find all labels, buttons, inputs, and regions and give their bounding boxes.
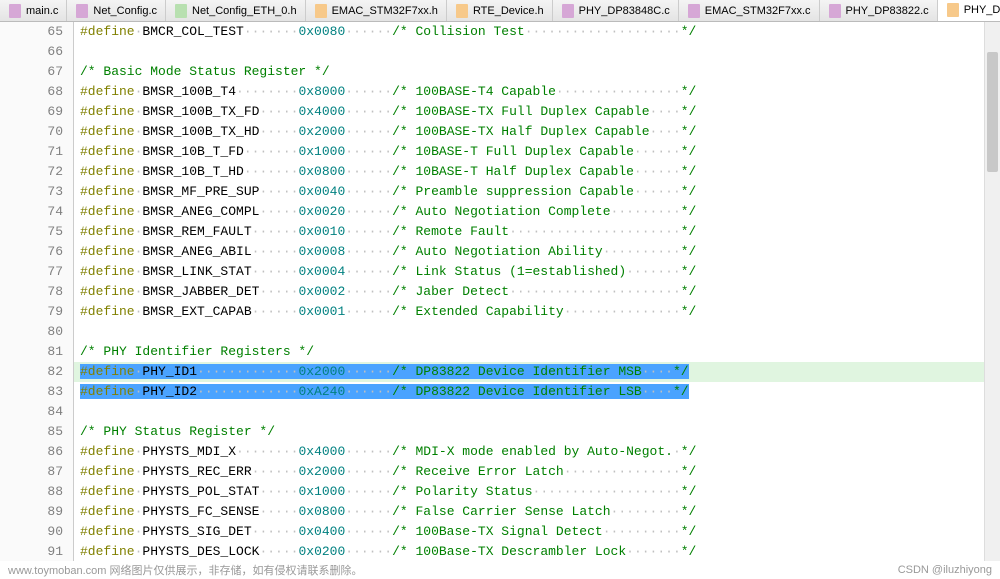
line-number: 65: [0, 22, 63, 42]
line-number: 81: [0, 342, 63, 362]
tab-net-config-c[interactable]: Net_Config.c: [67, 0, 166, 21]
code-line[interactable]: #define·PHYSTS_POL_STAT·····0x1000······…: [74, 482, 1000, 502]
tab-bar: main.c Net_Config.c Net_Config_ETH_0.h EMAC…: [0, 0, 1000, 22]
line-number: 66: [0, 42, 63, 62]
line-number: 91: [0, 542, 63, 561]
code-line[interactable]: /* Basic Mode Status Register */: [74, 62, 1000, 82]
line-number: 77: [0, 262, 63, 282]
line-number: 79: [0, 302, 63, 322]
line-number: 80: [0, 322, 63, 342]
tab-main-c[interactable]: main.c: [0, 0, 67, 21]
code-line[interactable]: #define·BMSR_100B_T4········0x8000······…: [74, 82, 1000, 102]
tab-label: EMAC_STM32F7xx.h: [332, 5, 438, 17]
footer-bar: www.toymoban.com 网络图片仅供展示，非存储，如有侵权请联系删除。…: [0, 561, 1000, 579]
line-number: 88: [0, 482, 63, 502]
tab-emac-stm32f7xx-h[interactable]: EMAC_STM32F7xx.h: [306, 0, 447, 21]
code-line[interactable]: [74, 322, 1000, 342]
code-line[interactable]: #define·BMSR_ANEG_ABIL······0x0008······…: [74, 242, 1000, 262]
line-number-gutter: 6566676869707172737475767778798081828384…: [0, 22, 74, 561]
tab-label: main.c: [26, 5, 58, 17]
code-line[interactable]: #define·BMSR_100B_TX_HD·····0x2000······…: [74, 122, 1000, 142]
code-line[interactable]: #define·PHYSTS_SIG_DET······0x0400······…: [74, 522, 1000, 542]
tab-label: PHY_DP83822.h: [964, 4, 1000, 16]
code-line[interactable]: /* PHY Status Register */: [74, 422, 1000, 442]
file-icon: [828, 4, 842, 18]
file-icon: [75, 4, 89, 18]
file-icon: [8, 4, 22, 18]
footer-right-text: CSDN @iluzhiyong: [898, 564, 992, 576]
code-line[interactable]: #define·PHYSTS_FC_SENSE·····0x0800······…: [74, 502, 1000, 522]
code-line[interactable]: #define·BMSR_10B_T_HD·······0x0800······…: [74, 162, 1000, 182]
tab-phy-dp83848c-c[interactable]: PHY_DP83848C.c: [553, 0, 679, 21]
tab-phy-dp83822-c[interactable]: PHY_DP83822.c: [820, 0, 938, 21]
code-editor[interactable]: 6566676869707172737475767778798081828384…: [0, 22, 1000, 561]
code-line[interactable]: #define·PHY_ID2·············0xA240······…: [74, 382, 1000, 402]
line-number: 67: [0, 62, 63, 82]
file-icon: [561, 4, 575, 18]
line-number: 86: [0, 442, 63, 462]
code-line[interactable]: #define·BMSR_JABBER_DET·····0x0002······…: [74, 282, 1000, 302]
file-icon: [946, 3, 960, 17]
code-line[interactable]: #define·BMSR_EXT_CAPAB······0x0001······…: [74, 302, 1000, 322]
line-number: 72: [0, 162, 63, 182]
code-line[interactable]: [74, 402, 1000, 422]
file-icon: [687, 4, 701, 18]
tab-emac-stm32f7xx-c[interactable]: EMAC_STM32F7xx.c: [679, 0, 820, 21]
line-number: 69: [0, 102, 63, 122]
line-number: 90: [0, 522, 63, 542]
line-number: 84: [0, 402, 63, 422]
line-number: 78: [0, 282, 63, 302]
tab-label: EMAC_STM32F7xx.c: [705, 5, 811, 17]
code-line[interactable]: #define·PHYSTS_REC_ERR······0x2000······…: [74, 462, 1000, 482]
file-icon: [314, 4, 328, 18]
line-number: 82: [0, 362, 63, 382]
code-line[interactable]: #define·BMCR_COL_TEST·······0x0080······…: [74, 22, 1000, 42]
footer-left-text: www.toymoban.com 网络图片仅供展示，非存储，如有侵权请联系删除。: [8, 562, 362, 578]
tab-label: PHY_DP83848C.c: [579, 5, 670, 17]
line-number: 89: [0, 502, 63, 522]
code-line[interactable]: /* PHY Identifier Registers */: [74, 342, 1000, 362]
code-line[interactable]: [74, 42, 1000, 62]
line-number: 85: [0, 422, 63, 442]
tab-label: PHY_DP83822.c: [846, 5, 929, 17]
code-line[interactable]: #define·BMSR_100B_TX_FD·····0x4000······…: [74, 102, 1000, 122]
line-number: 87: [0, 462, 63, 482]
code-line[interactable]: #define·PHY_ID1·············0x2000······…: [74, 362, 1000, 382]
code-line[interactable]: #define·BMSR_ANEG_COMPL·····0x0020······…: [74, 202, 1000, 222]
line-number: 71: [0, 142, 63, 162]
line-number: 70: [0, 122, 63, 142]
code-area[interactable]: #define·BMCR_COL_TEST·······0x0080······…: [74, 22, 1000, 561]
file-icon: [455, 4, 469, 18]
tab-net-config-eth-0-h[interactable]: Net_Config_ETH_0.h: [166, 0, 306, 21]
scrollbar-thumb[interactable]: [987, 52, 998, 172]
code-line[interactable]: #define·PHYSTS_DES_LOCK·····0x0200······…: [74, 542, 1000, 561]
line-number: 73: [0, 182, 63, 202]
tab-phy-dp83822-h[interactable]: PHY_DP83822.h: [938, 0, 1000, 21]
vertical-scrollbar[interactable]: [984, 22, 1000, 561]
tab-label: RTE_Device.h: [473, 5, 544, 17]
code-line[interactable]: #define·BMSR_MF_PRE_SUP·····0x0040······…: [74, 182, 1000, 202]
code-line[interactable]: #define·PHYSTS_MDI_X········0x4000······…: [74, 442, 1000, 462]
line-number: 68: [0, 82, 63, 102]
tab-label: Net_Config_ETH_0.h: [192, 5, 297, 17]
code-line[interactable]: #define·BMSR_REM_FAULT······0x0010······…: [74, 222, 1000, 242]
line-number: 76: [0, 242, 63, 262]
line-number: 83: [0, 382, 63, 402]
code-line[interactable]: #define·BMSR_10B_T_FD·······0x1000······…: [74, 142, 1000, 162]
file-icon: [174, 4, 188, 18]
tab-rte-device-h[interactable]: RTE_Device.h: [447, 0, 553, 21]
line-number: 74: [0, 202, 63, 222]
tab-label: Net_Config.c: [93, 5, 157, 17]
line-number: 75: [0, 222, 63, 242]
code-line[interactable]: #define·BMSR_LINK_STAT······0x0004······…: [74, 262, 1000, 282]
